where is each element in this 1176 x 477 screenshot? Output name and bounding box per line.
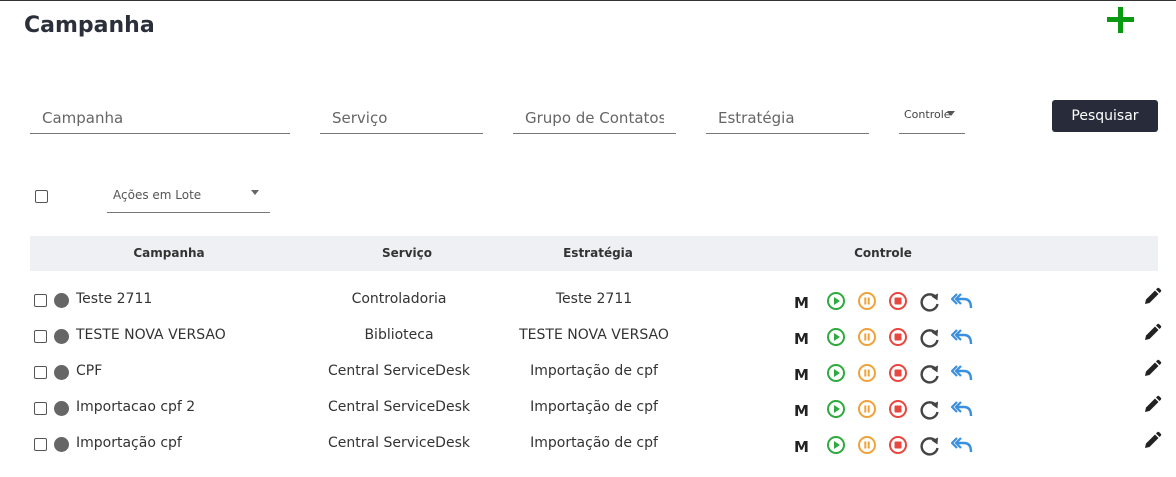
play-icon[interactable] — [826, 327, 846, 347]
stop-icon[interactable] — [888, 399, 908, 419]
controle-select-label: Controle — [904, 108, 951, 121]
row-checkbox[interactable] — [34, 294, 47, 307]
header-estrategia: Estratégia — [563, 246, 633, 260]
campanha-filter[interactable] — [30, 97, 290, 134]
campanha-name: CPF — [76, 363, 103, 379]
stop-icon[interactable] — [888, 327, 908, 347]
chevron-down-icon — [251, 190, 259, 195]
stop-icon[interactable] — [888, 291, 908, 311]
page-title: Campanha — [24, 13, 155, 38]
row-checkbox[interactable] — [34, 402, 47, 415]
edit-icon[interactable] — [1142, 359, 1162, 379]
servico-name: Biblioteca — [364, 327, 434, 343]
reload-icon[interactable] — [919, 327, 939, 348]
campanha-name: Importacao cpf 2 — [76, 399, 196, 415]
pause-icon[interactable] — [857, 363, 877, 383]
reload-icon[interactable] — [919, 363, 939, 384]
estrategia-name: Importação de cpf — [530, 435, 658, 451]
stop-icon[interactable] — [888, 435, 908, 455]
control-mode-label: M — [794, 366, 809, 384]
status-dot — [54, 401, 69, 416]
servico-name: Central ServiceDesk — [328, 363, 470, 379]
status-dot — [54, 365, 69, 380]
reload-icon[interactable] — [919, 291, 939, 312]
edit-icon[interactable] — [1142, 287, 1162, 307]
pause-icon[interactable] — [857, 435, 877, 455]
controle-select[interactable]: Controle — [899, 97, 965, 134]
servico-name: Central ServiceDesk — [328, 399, 470, 415]
reply-all-icon[interactable] — [951, 399, 973, 419]
grupo-contatos-input[interactable] — [513, 97, 676, 131]
row-checkbox[interactable] — [34, 438, 47, 451]
campanha-name: Teste 2711 — [76, 291, 153, 307]
pause-icon[interactable] — [857, 399, 877, 419]
control-mode-label: M — [794, 294, 809, 312]
estrategia-name: Importação de cpf — [530, 399, 658, 415]
edit-icon[interactable] — [1142, 395, 1162, 415]
bulk-actions-select[interactable]: Ações em Lote — [107, 179, 270, 213]
reload-icon[interactable] — [919, 435, 939, 456]
chevron-down-icon — [947, 111, 955, 116]
control-mode-label: M — [794, 402, 809, 420]
play-icon[interactable] — [826, 399, 846, 419]
bulk-actions-label: Ações em Lote — [113, 188, 202, 202]
edit-icon[interactable] — [1142, 431, 1162, 451]
pause-icon[interactable] — [857, 327, 877, 347]
servico-name: Controladoria — [351, 291, 447, 307]
servico-filter[interactable] — [320, 97, 483, 134]
search-button[interactable]: Pesquisar — [1052, 100, 1158, 132]
estrategia-name: Importação de cpf — [530, 363, 658, 379]
header-campanha: Campanha — [133, 246, 205, 260]
play-icon[interactable] — [826, 435, 846, 455]
campanha-name: Importação cpf — [76, 435, 182, 451]
reload-icon[interactable] — [919, 399, 939, 420]
status-dot — [54, 437, 69, 452]
campanha-name: TESTE NOVA VERSAO — [76, 327, 226, 343]
reply-all-icon[interactable] — [951, 291, 973, 311]
edit-icon[interactable] — [1142, 323, 1162, 343]
estrategia-name: TESTE NOVA VERSAO — [519, 327, 669, 343]
reply-all-icon[interactable] — [951, 435, 973, 455]
add-campaign-plus-icon[interactable] — [1106, 7, 1134, 35]
estrategia-input[interactable] — [706, 97, 869, 131]
stop-icon[interactable] — [888, 363, 908, 383]
servico-input[interactable] — [320, 97, 483, 131]
header-servico: Serviço — [382, 246, 432, 260]
servico-name: Central ServiceDesk — [328, 435, 470, 451]
control-mode-label: M — [794, 438, 809, 456]
reply-all-icon[interactable] — [951, 327, 973, 347]
estrategia-filter[interactable] — [706, 97, 869, 134]
play-icon[interactable] — [826, 363, 846, 383]
control-mode-label: M — [794, 330, 809, 348]
estrategia-name: Teste 2711 — [555, 291, 633, 307]
reply-all-icon[interactable] — [951, 363, 973, 383]
play-icon[interactable] — [826, 291, 846, 311]
status-dot — [54, 293, 69, 308]
campanha-input[interactable] — [30, 97, 290, 131]
select-all-checkbox[interactable] — [35, 190, 48, 203]
status-dot — [54, 329, 69, 344]
grupo-contatos-filter[interactable] — [513, 97, 676, 134]
table-row: Importação cpf Central ServiceDesk Impor… — [0, 431, 1176, 477]
header-controle: Controle — [854, 246, 912, 260]
table-header: Campanha Serviço Estratégia Controle — [30, 236, 1158, 271]
row-checkbox[interactable] — [34, 330, 47, 343]
pause-icon[interactable] — [857, 291, 877, 311]
row-checkbox[interactable] — [34, 366, 47, 379]
